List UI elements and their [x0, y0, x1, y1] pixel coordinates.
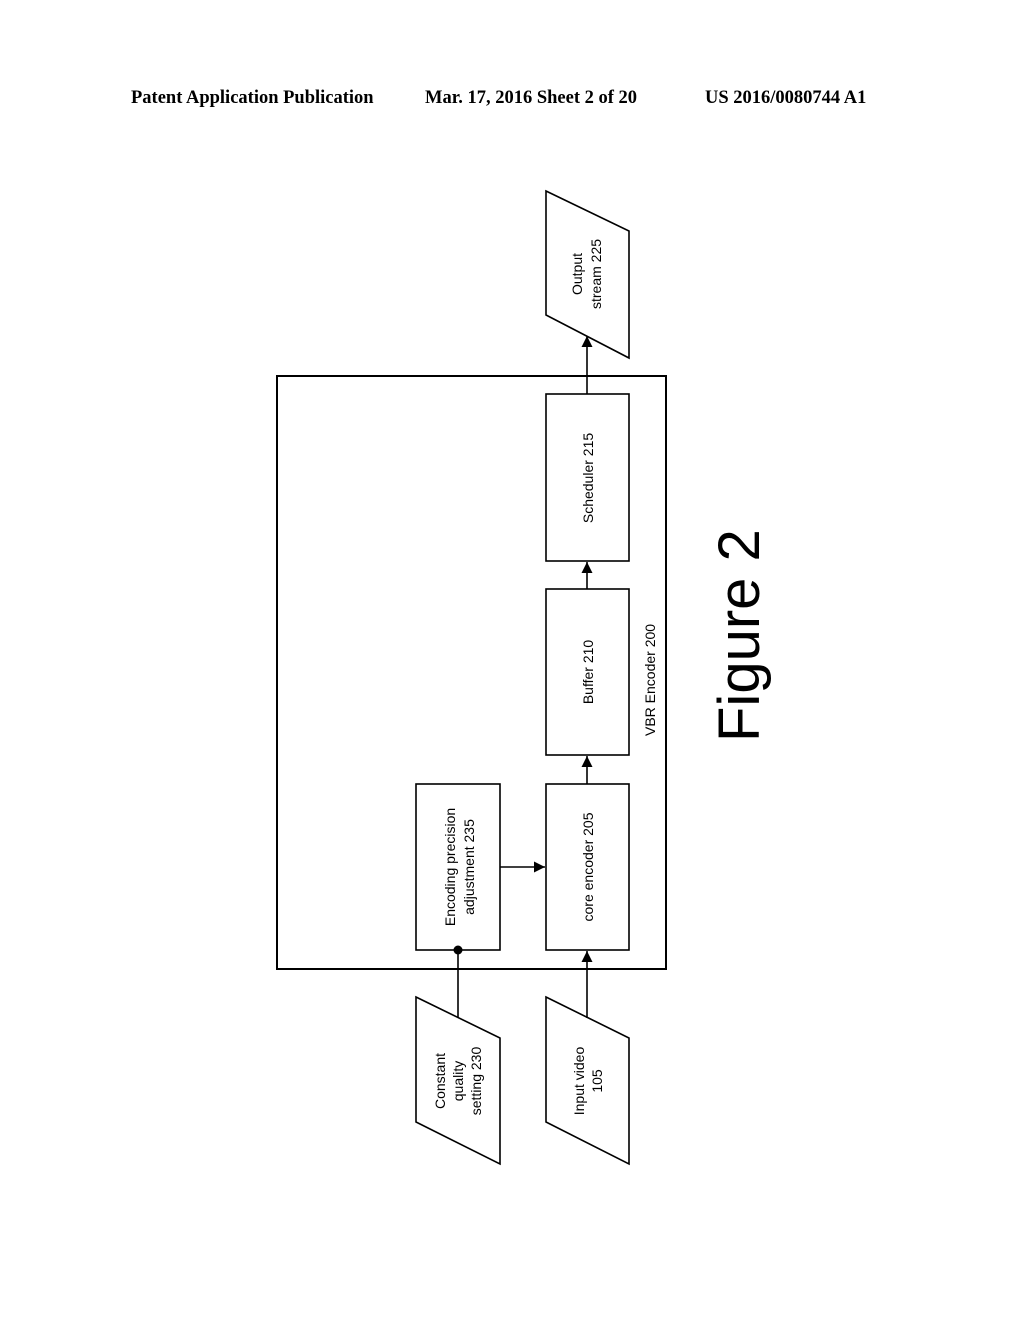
scheduler-label: Scheduler 215 — [580, 433, 596, 524]
encoding-precision-label-line2: adjustment 235 — [461, 819, 477, 915]
input-video-label-line2: 105 — [589, 1069, 605, 1093]
figure-label: Figure 2 — [707, 529, 772, 742]
constant-quality-label-line2: quality — [450, 1061, 466, 1101]
input-video-label-line1: Input video — [571, 1047, 587, 1116]
constant-quality-label-line1: Constant — [432, 1053, 448, 1109]
constant-quality-label-line3: setting 230 — [468, 1047, 484, 1116]
encoding-precision-block — [415, 783, 501, 951]
encoding-precision-label-line1: Encoding precision — [442, 808, 458, 926]
output-stream-label-line1: Output — [569, 253, 585, 295]
input-video-io — [545, 995, 630, 1166]
output-stream-label-line2: stream 225 — [588, 239, 604, 309]
core-encoder-label: core encoder 205 — [580, 812, 596, 921]
block-diagram: VBR Encoder 200 Output stream 225 Schedu… — [276, 189, 772, 1166]
vbr-encoder-label: VBR Encoder 200 — [642, 624, 658, 736]
buffer-label: Buffer 210 — [580, 640, 596, 705]
connector-dot — [453, 945, 463, 955]
